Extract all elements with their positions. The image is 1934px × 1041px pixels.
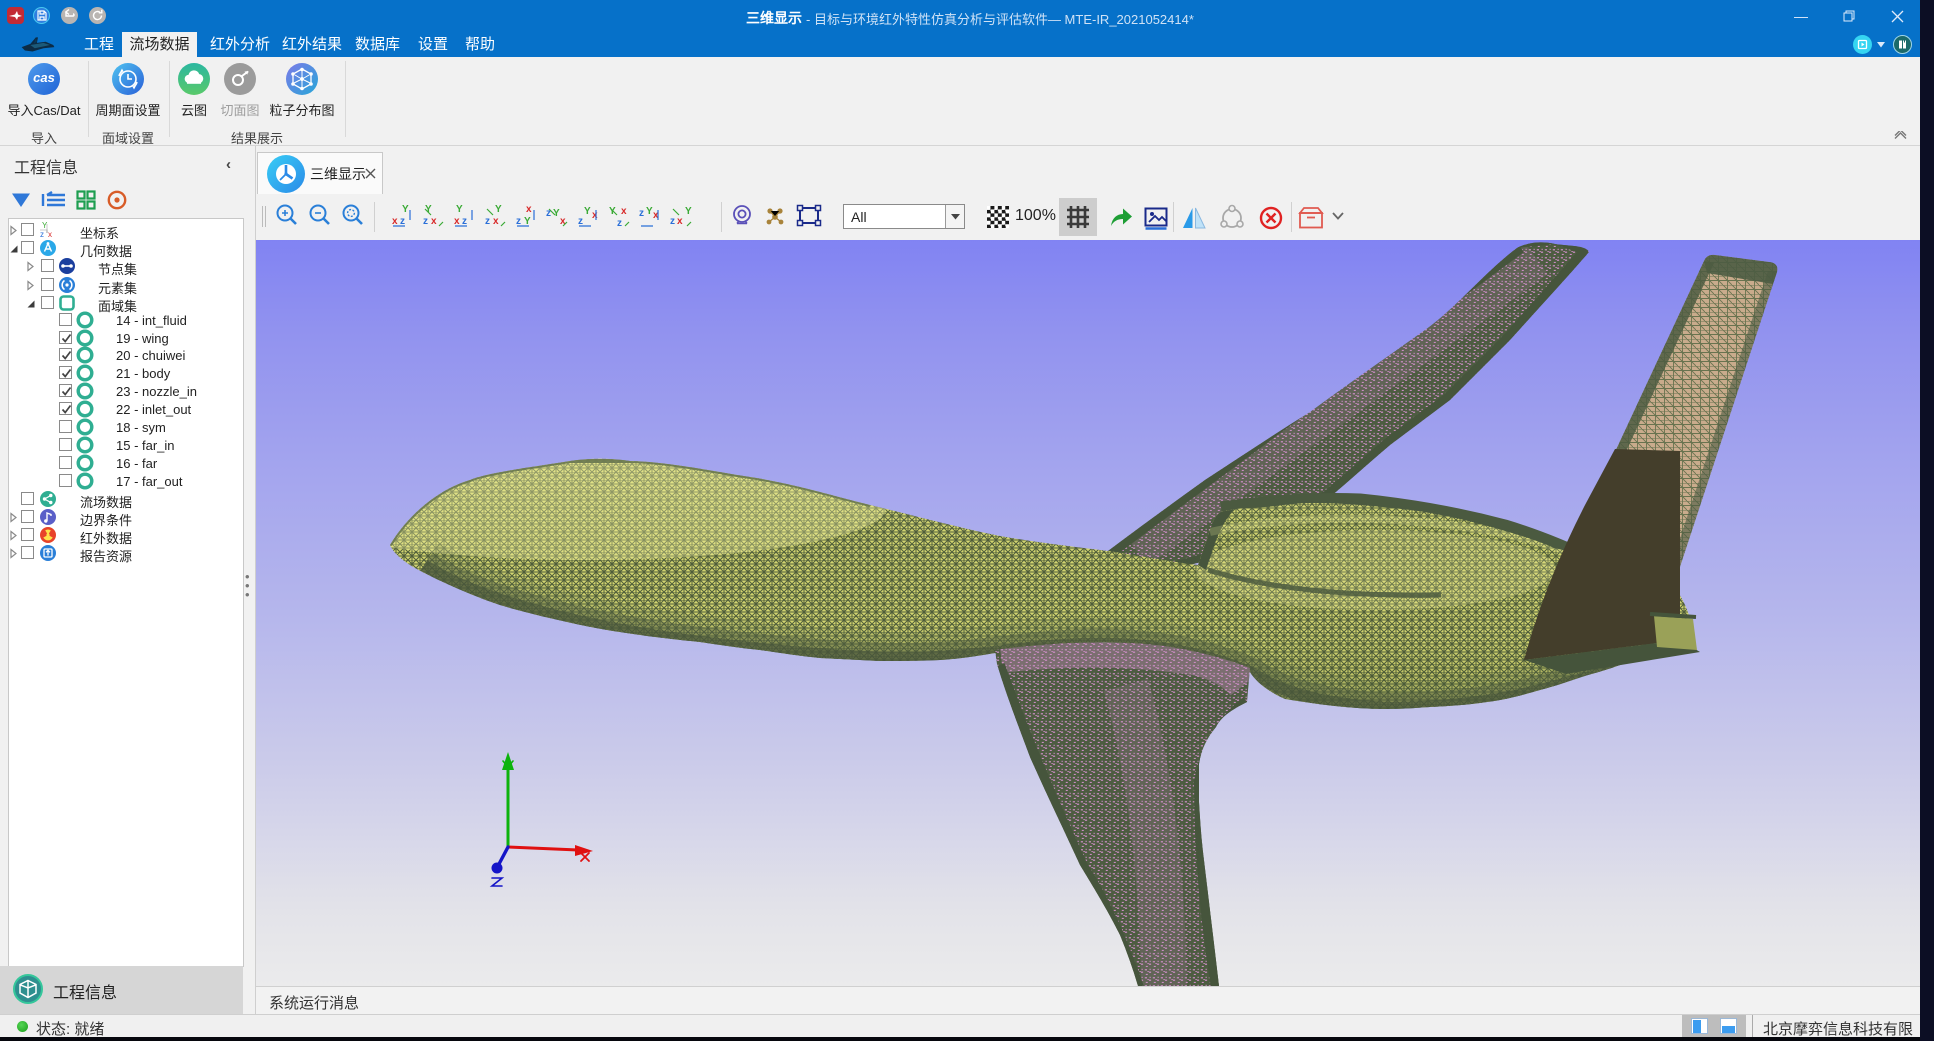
svg-text:z: z: [485, 216, 490, 227]
svg-text:z: z: [423, 216, 428, 227]
svg-text:Y: Y: [584, 206, 591, 217]
svg-text:x: x: [526, 204, 532, 215]
svg-text:z: z: [578, 216, 583, 227]
svg-text:z: z: [617, 218, 622, 229]
svg-text:x: x: [431, 216, 437, 227]
svg-text:z: z: [670, 216, 675, 227]
svg-text:Y: Y: [646, 206, 653, 217]
svg-text:z: z: [516, 216, 521, 227]
svg-text:x: x: [592, 210, 598, 221]
svg-text:x: x: [48, 230, 52, 239]
svg-text:Y: Y: [402, 204, 409, 215]
svg-text:x: x: [621, 206, 627, 217]
svg-text:x: x: [493, 216, 499, 227]
svg-text:x: x: [677, 216, 683, 227]
svg-text:Y: Y: [524, 216, 531, 227]
svg-text:x: x: [392, 216, 398, 227]
svg-text:Y: Y: [685, 206, 692, 217]
svg-text:Y: Y: [456, 204, 463, 215]
svg-text:x: x: [454, 216, 460, 227]
svg-text:z: z: [639, 208, 644, 219]
svg-text:z: z: [40, 230, 44, 239]
svg-text:Y: Y: [495, 204, 502, 215]
svg-text:z: z: [462, 216, 467, 227]
svg-text:Y: Y: [609, 206, 616, 217]
svg-text:z: z: [400, 216, 405, 227]
